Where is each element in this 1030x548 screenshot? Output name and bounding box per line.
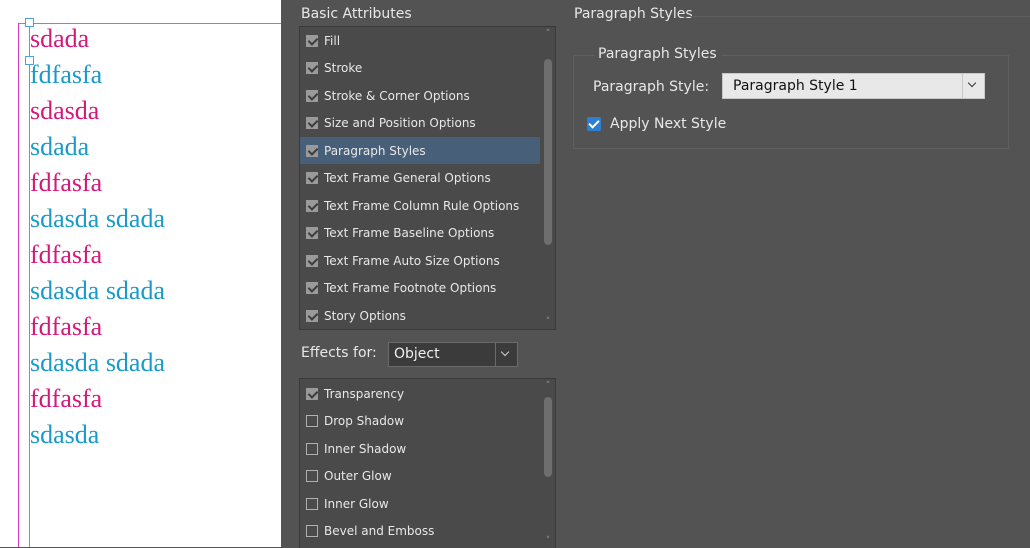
paragraph-style-label: Paragraph Style: xyxy=(593,79,710,95)
checkbox-checked-icon[interactable] xyxy=(587,117,601,131)
checkbox-checked-icon[interactable] xyxy=(306,199,318,212)
list-item-label: Paragraph Styles xyxy=(324,143,426,158)
document-text-line[interactable]: sdada xyxy=(30,21,165,57)
checkbox-checked-icon[interactable] xyxy=(306,144,318,157)
list-item[interactable]: Story Options xyxy=(300,302,540,329)
list-item-label: Bevel and Emboss xyxy=(324,524,435,538)
checkbox-unchecked-icon[interactable] xyxy=(306,525,318,537)
list-item-label: Text Frame Baseline Options xyxy=(324,226,495,240)
title-divider xyxy=(682,16,1030,17)
list-item[interactable]: Text Frame Auto Size Options xyxy=(300,247,540,274)
list-item[interactable]: Drop Shadow xyxy=(300,408,540,435)
basic-attributes-list[interactable]: Fill Stroke Stroke & Corner Options Size an… xyxy=(299,26,556,330)
checkbox-checked-icon[interactable] xyxy=(306,172,318,184)
list-item-label: Inner Glow xyxy=(324,496,389,511)
checkbox-checked-icon[interactable] xyxy=(306,34,318,47)
checkbox-unchecked-icon[interactable] xyxy=(306,442,318,455)
list-item-label: Fill xyxy=(324,33,341,48)
list-item[interactable]: Inner Glow xyxy=(300,490,540,517)
checkbox-checked-icon[interactable] xyxy=(306,117,318,129)
list-item[interactable]: Text Frame Baseline Options xyxy=(300,220,540,247)
checkbox-unchecked-icon[interactable] xyxy=(306,497,318,510)
checkbox-checked-icon[interactable] xyxy=(306,309,318,322)
list-item-label: Stroke & Corner Options xyxy=(324,88,470,103)
basic-attributes-scrollbar[interactable]: ˄ ˅ xyxy=(541,27,555,329)
chevron-down-icon[interactable] xyxy=(962,74,984,98)
list-item[interactable]: Size and Position Options xyxy=(300,110,540,137)
list-item[interactable]: Transparency xyxy=(300,380,540,407)
document-text-line[interactable]: sdasda sdada xyxy=(30,273,165,309)
panel-title: Paragraph Styles xyxy=(574,6,693,22)
paragraph-styles-group xyxy=(573,55,1009,149)
list-item-label: Text Frame General Options xyxy=(324,171,491,185)
list-item-label: Outer Glow xyxy=(324,469,392,483)
checkbox-checked-icon[interactable] xyxy=(306,387,318,400)
chevron-down-icon[interactable] xyxy=(495,343,517,366)
document-canvas[interactable]: sdada fdfasfa sdasda sdada fdfasfa sdasda sda… xyxy=(0,0,281,547)
paragraph-style-dropdown[interactable]: Paragraph Style 1 xyxy=(722,73,985,99)
document-text-line[interactable]: fdfasfa xyxy=(30,381,165,417)
list-item[interactable]: Stroke xyxy=(300,55,540,82)
apply-next-style-label: Apply Next Style xyxy=(610,116,727,132)
document-text-line[interactable]: sdasda xyxy=(30,93,165,129)
scroll-thumb[interactable] xyxy=(544,59,552,245)
paragraph-style-value: Paragraph Style 1 xyxy=(733,78,858,94)
list-item-label: Text Frame Column Rule Options xyxy=(324,198,520,213)
scroll-down-icon[interactable]: ˅ xyxy=(543,317,553,327)
effects-for-dropdown[interactable]: Object xyxy=(388,342,518,367)
effects-for-value: Object xyxy=(394,346,440,362)
document-text-line[interactable]: sdasda sdada xyxy=(30,345,165,381)
page-margin-guide xyxy=(18,23,19,547)
list-item[interactable]: Inner Shadow xyxy=(300,435,540,462)
scroll-up-icon[interactable]: ˄ xyxy=(543,29,553,39)
checkbox-checked-icon[interactable] xyxy=(306,89,318,102)
list-item-label: Drop Shadow xyxy=(324,414,405,428)
list-item-label: Inner Shadow xyxy=(324,441,407,456)
document-text[interactable]: sdada fdfasfa sdasda sdada fdfasfa sdasda sda… xyxy=(30,21,165,453)
checkbox-checked-icon[interactable] xyxy=(306,62,318,74)
object-style-options-dialog: Basic Attributes Fill Stroke Stroke & Corn… xyxy=(281,0,1030,548)
group-title: Paragraph Styles xyxy=(594,46,721,62)
effects-for-label: Effects for: xyxy=(301,345,377,361)
document-text-line[interactable]: fdfasfa xyxy=(30,165,165,201)
list-item-label: Stroke xyxy=(324,61,363,75)
list-item[interactable]: Text Frame Column Rule Options xyxy=(300,192,540,219)
scroll-up-icon[interactable]: ˄ xyxy=(543,381,553,391)
list-item-label: Story Options xyxy=(324,308,406,323)
list-item-label: Text Frame Auto Size Options xyxy=(324,253,500,268)
document-text-line[interactable]: fdfasfa xyxy=(30,237,165,273)
list-item-label: Text Frame Footnote Options xyxy=(324,281,497,295)
checkbox-checked-icon[interactable] xyxy=(306,282,318,294)
list-item-label: Transparency xyxy=(324,386,405,401)
scroll-down-icon[interactable]: ˅ xyxy=(543,536,553,546)
document-text-line[interactable]: fdfasfa xyxy=(30,309,165,345)
list-item[interactable]: Text Frame General Options xyxy=(300,165,540,192)
list-item[interactable]: Stroke & Corner Options xyxy=(300,82,540,109)
checkbox-checked-icon[interactable] xyxy=(306,254,318,267)
document-text-line[interactable]: fdfasfa xyxy=(30,57,165,93)
apply-next-style-checkbox[interactable]: Apply Next Style xyxy=(587,116,726,132)
list-item-label: Size and Position Options xyxy=(324,116,476,130)
list-item[interactable]: Bevel and Emboss xyxy=(300,518,540,545)
checkbox-unchecked-icon[interactable] xyxy=(306,415,318,427)
checkbox-checked-icon[interactable] xyxy=(306,227,318,239)
basic-attributes-title: Basic Attributes xyxy=(301,6,412,22)
list-item[interactable]: Outer Glow xyxy=(300,463,540,490)
checkbox-unchecked-icon[interactable] xyxy=(306,470,318,482)
effects-scrollbar[interactable]: ˄ ˅ xyxy=(541,379,555,548)
document-text-line[interactable]: sdasda sdada xyxy=(30,201,165,237)
scroll-thumb[interactable] xyxy=(544,397,552,477)
effects-list[interactable]: Transparency Drop Shadow Inner Shadow Outer… xyxy=(299,378,556,548)
document-text-line[interactable]: sdada xyxy=(30,129,165,165)
document-text-line[interactable]: sdasda xyxy=(30,417,165,453)
list-item[interactable]: Text Frame Footnote Options xyxy=(300,275,540,302)
list-item[interactable]: Paragraph Styles xyxy=(300,137,540,164)
list-item[interactable]: Fill xyxy=(300,27,540,54)
